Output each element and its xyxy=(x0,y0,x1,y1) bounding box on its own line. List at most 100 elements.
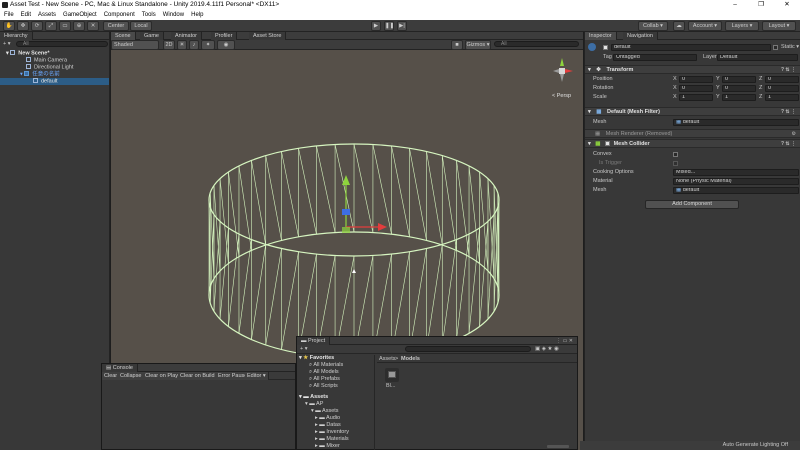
orientation-gizmo[interactable] xyxy=(547,52,581,92)
move-tool-icon[interactable]: ✥ xyxy=(17,21,29,31)
maximize-button[interactable]: ❐ xyxy=(748,0,774,10)
hand-tool-icon[interactable]: ✋ xyxy=(3,21,15,31)
menu-gameobject[interactable]: GameObject xyxy=(63,10,97,20)
object-name-field[interactable]: default xyxy=(611,44,771,51)
position-z-field[interactable]: 0 xyxy=(765,76,799,83)
asset-file-label[interactable]: Bl... xyxy=(386,383,395,389)
persp-label[interactable]: < Persp xyxy=(552,93,571,99)
custom-tool-icon[interactable]: ✕ xyxy=(87,21,99,31)
position-y-field[interactable]: 0 xyxy=(722,76,756,83)
mesh-collider-header[interactable]: ▾ ▦ Mesh Collider ? ⇅ ⋮ xyxy=(585,139,800,148)
add-component-button[interactable]: Add Component xyxy=(645,200,739,209)
mode-2d-toggle[interactable]: 2D xyxy=(163,40,175,50)
space-toggle[interactable]: Local xyxy=(130,21,152,31)
scale-y-field[interactable]: 1 xyxy=(722,94,756,101)
breadcrumb-assets[interactable]: Assets xyxy=(379,356,396,362)
pivot-toggle[interactable]: Center xyxy=(103,21,129,31)
hierarchy-item-directional-light[interactable]: Directional Light xyxy=(26,64,73,71)
camera-icon[interactable]: ■ xyxy=(451,40,463,50)
menu-component[interactable]: Component xyxy=(104,10,135,20)
tab-asset-store[interactable]: Asset Store xyxy=(249,32,287,40)
layout-dropdown[interactable]: Layout ▾ xyxy=(762,21,796,31)
filter-icons[interactable]: ▣ ◈ ★ ◉ xyxy=(535,346,559,352)
folder-ap[interactable]: ▾ ▬ AP xyxy=(305,401,323,408)
layers-dropdown[interactable]: Layers ▾ xyxy=(725,21,759,31)
menu-assets[interactable]: Assets xyxy=(38,10,56,20)
rotation-z-field[interactable]: 0 xyxy=(765,85,799,92)
fav-all-materials[interactable]: ⌕ All Materials xyxy=(309,362,343,369)
hierarchy-item-prefab[interactable]: ▾ 任意の名前 xyxy=(20,71,60,78)
mesh-renderer-header[interactable]: ▦ Mesh Renderer (Removed) ⚙ xyxy=(585,129,800,138)
transform-header[interactable]: ▾ ✥ Transform ? ⇅ ⋮ xyxy=(585,65,800,74)
folder-inventory[interactable]: ▸ ▬ Inventory xyxy=(315,429,349,436)
hierarchy-item-default[interactable]: default xyxy=(33,78,58,85)
component-menu-icon[interactable]: ? ⇅ ⋮ xyxy=(781,140,796,148)
tab-navigation[interactable]: Navigation xyxy=(623,32,658,40)
menu-window[interactable]: Window xyxy=(163,10,184,20)
folder-mixer[interactable]: ▸ ▬ Mixer xyxy=(315,443,340,450)
account-dropdown[interactable]: Account ▾ xyxy=(688,21,722,31)
folder-audio[interactable]: ▸ ▬ Audio xyxy=(315,415,340,422)
hierarchy-search-input[interactable]: All xyxy=(16,41,108,47)
tab-animator[interactable]: Animator xyxy=(171,32,203,40)
collab-dropdown[interactable]: Collab ▾ xyxy=(638,21,668,31)
menu-file[interactable]: File xyxy=(4,10,14,20)
favorites-item[interactable]: ▾ ★ Favorites xyxy=(299,355,334,362)
add-object-button[interactable]: + ▾ xyxy=(3,41,11,47)
transform-tool-icon[interactable]: ⊕ xyxy=(73,21,85,31)
is-trigger-checkbox[interactable] xyxy=(673,161,678,166)
mesh-filter-mesh-field[interactable]: ▦ default xyxy=(673,119,799,126)
fav-all-prefabs[interactable]: ⌕ All Prefabs xyxy=(309,376,340,383)
zoom-slider[interactable] xyxy=(547,445,569,448)
breadcrumb-models[interactable]: Models xyxy=(401,356,420,362)
expand-arrow-icon[interactable]: ▾ xyxy=(20,72,23,78)
tab-hierarchy[interactable]: Hierarchy xyxy=(0,32,33,40)
fav-all-models[interactable]: ⌕ All Models xyxy=(309,369,339,376)
hierarchy-item-main-camera[interactable]: Main Camera xyxy=(26,57,67,64)
scale-x-field[interactable]: 1 xyxy=(679,94,713,101)
tag-dropdown[interactable]: Untagged xyxy=(613,54,697,61)
model-asset-icon[interactable] xyxy=(385,368,399,382)
material-field[interactable]: None (Physic Material) xyxy=(673,178,799,185)
clear-on-build-button[interactable]: Clear on Build xyxy=(178,372,218,380)
rect-tool-icon[interactable]: ▭ xyxy=(59,21,71,31)
mesh-filter-header[interactable]: ▾ ▦ Default (Mesh Filter) ? ⇅ ⋮ xyxy=(585,107,800,116)
pause-button[interactable]: ❚❚ xyxy=(384,21,394,31)
tab-game[interactable]: Game xyxy=(140,32,164,40)
expand-arrow-icon[interactable]: ▾ xyxy=(6,51,9,57)
menu-edit[interactable]: Edit xyxy=(21,10,31,20)
collider-mesh-field[interactable]: ▦ default xyxy=(673,187,799,194)
hidden-objects-icon[interactable]: ◉ xyxy=(217,40,235,50)
static-checkbox[interactable] xyxy=(773,45,778,50)
close-button[interactable]: ✕ xyxy=(774,0,800,10)
scale-tool-icon[interactable]: ⤢ xyxy=(45,21,57,31)
minimize-button[interactable]: – xyxy=(722,0,748,10)
scene-search-input[interactable]: All xyxy=(494,41,579,47)
play-button[interactable]: ▶ xyxy=(371,21,381,31)
layer-dropdown[interactable]: Default xyxy=(717,54,798,61)
tab-console[interactable]: ▤ Console xyxy=(102,364,138,372)
step-button[interactable]: ▶| xyxy=(397,21,407,31)
fav-all-scripts[interactable]: ⌕ All Scripts xyxy=(309,383,338,390)
project-search-input[interactable] xyxy=(405,346,531,352)
folder-datas[interactable]: ▸ ▬ Datas xyxy=(315,422,341,429)
folder-materials[interactable]: ▸ ▬ Materials xyxy=(315,436,349,443)
cloud-icon[interactable]: ☁ xyxy=(673,21,685,31)
panel-controls-icon[interactable]: ⋮ ▭ ✕ xyxy=(556,338,573,344)
active-checkbox[interactable] xyxy=(603,45,608,50)
component-menu-icon[interactable]: ? ⇅ ⋮ xyxy=(781,66,796,74)
menu-tools[interactable]: Tools xyxy=(142,10,156,20)
position-x-field[interactable]: 0 xyxy=(679,76,713,83)
tab-inspector[interactable]: Inspector xyxy=(585,32,617,40)
tab-scene[interactable]: Scene xyxy=(111,32,136,40)
static-dropdown[interactable]: Static ▾ xyxy=(781,44,799,50)
rotation-y-field[interactable]: 0 xyxy=(722,85,756,92)
tab-profiler[interactable]: Profiler xyxy=(211,32,238,40)
component-menu-icon[interactable]: ? ⇅ ⋮ xyxy=(781,108,796,116)
audio-toggle-icon[interactable]: ♪ xyxy=(189,40,199,50)
rotation-x-field[interactable]: 0 xyxy=(679,85,713,92)
gear-icon[interactable]: ⚙ xyxy=(792,130,796,138)
tab-project[interactable]: ▬ Project xyxy=(297,337,331,345)
rotate-tool-icon[interactable]: ⟳ xyxy=(31,21,43,31)
menu-help[interactable]: Help xyxy=(191,10,203,20)
